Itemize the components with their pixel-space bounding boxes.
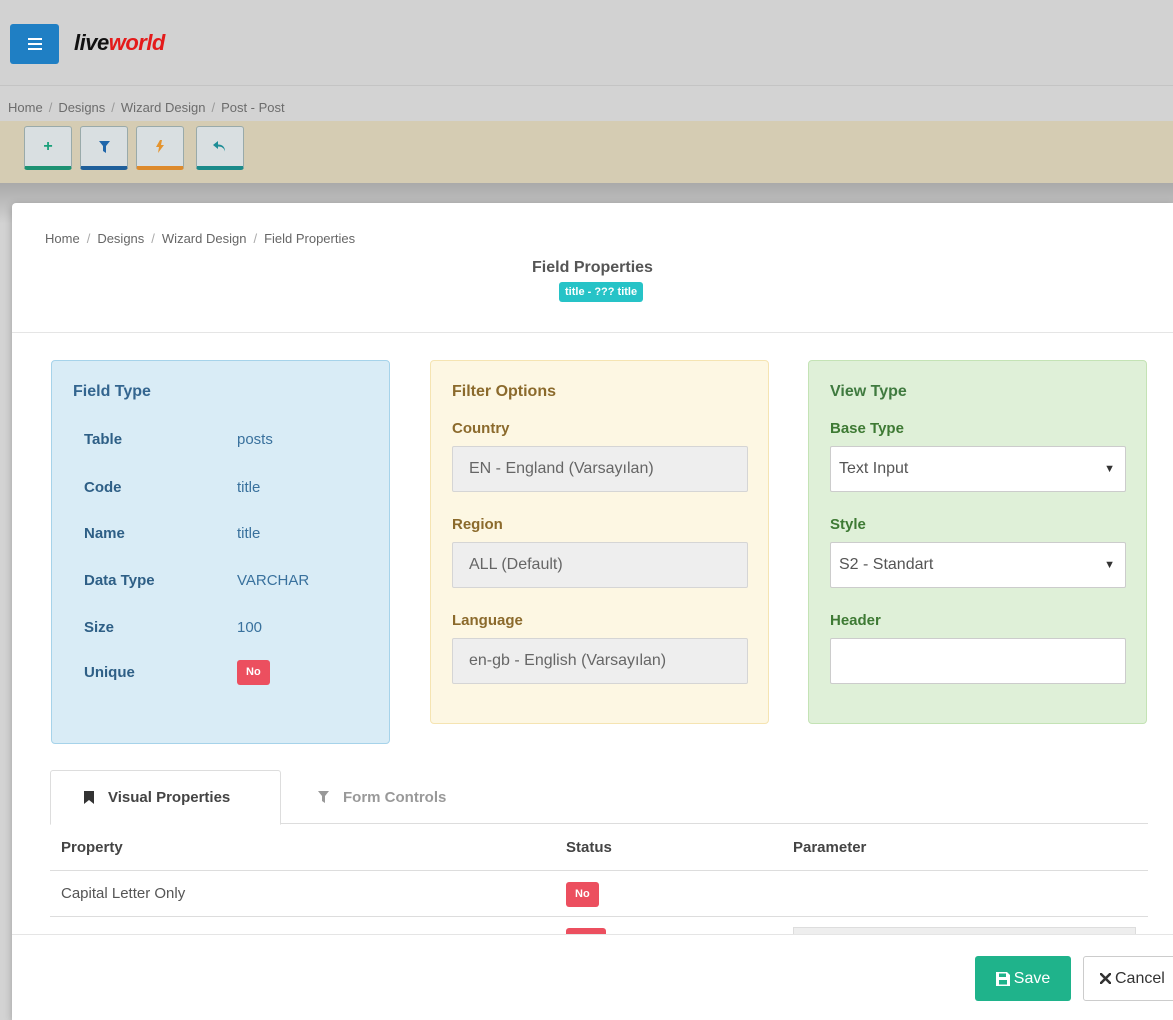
region-field: ALL (Default) (452, 542, 748, 588)
field-value: VARCHAR (237, 572, 310, 589)
add-button[interactable]: + (24, 126, 72, 170)
back-arrow-icon (213, 140, 225, 151)
header-input[interactable] (830, 638, 1126, 684)
breadcrumb-item[interactable]: Designs (58, 100, 105, 115)
chevron-down-icon: ▼ (1104, 559, 1115, 571)
column-header-parameter: Parameter (793, 839, 867, 856)
close-icon (1100, 973, 1111, 984)
tab-label: Form Controls (343, 788, 447, 806)
cancel-label: Cancel (1115, 969, 1165, 987)
base-type-label: Base Type (830, 420, 904, 437)
country-field: EN - England (Varsayılan) (452, 446, 748, 492)
style-value: S2 - Standart (839, 556, 934, 573)
floppy-disk-icon (995, 971, 1010, 986)
field-badge: title - ??? title (559, 282, 644, 302)
breadcrumb-item[interactable]: Designs (97, 231, 144, 246)
panel-title: Field Type (73, 383, 151, 400)
base-type-select[interactable]: Text Input ▼ (830, 446, 1126, 492)
app-logo[interactable]: liveworld (74, 30, 165, 56)
bookmark-icon (84, 791, 94, 804)
breadcrumb-item[interactable]: Home (8, 100, 43, 115)
column-header-property: Property (61, 839, 123, 856)
filter-icon (318, 791, 329, 803)
filter-button[interactable] (80, 126, 128, 170)
panel-title: Filter Options (452, 383, 556, 400)
chevron-down-icon: ▼ (1104, 463, 1115, 475)
field-label: Code (84, 479, 122, 496)
hamburger-icon (27, 43, 42, 45)
field-value: title (237, 525, 261, 542)
breadcrumb-item[interactable]: Wizard Design (162, 231, 247, 246)
country-label: Country (452, 420, 510, 437)
field-label: Name (84, 525, 125, 542)
field-type-panel: Field Type Table posts Code title Name t… (51, 360, 390, 744)
field-properties-modal: Home / Designs / Wizard Design / Field Propert… (12, 203, 1173, 1020)
field-label: Unique (84, 664, 135, 681)
save-label: Save (1013, 969, 1051, 987)
breadcrumb-item: Post - Post (221, 100, 285, 115)
field-value: 100 (237, 619, 263, 636)
column-header-status: Status (566, 839, 612, 856)
unique-status-badge: No (237, 660, 270, 685)
background-breadcrumb: Home / Designs / Wizard Design / Post - Post (8, 100, 285, 115)
logo-text-part2: world (108, 30, 166, 55)
status-cell: No (566, 871, 599, 917)
back-button[interactable] (196, 126, 244, 170)
field-value: posts (237, 431, 273, 448)
table-header-row: Property Status Parameter (50, 825, 1148, 871)
region-label: Region (452, 516, 503, 533)
lightning-icon (156, 140, 164, 153)
lightning-button[interactable] (136, 126, 184, 170)
style-label: Style (830, 516, 866, 533)
action-toolbar: + (0, 121, 1173, 183)
field-value: title (237, 479, 261, 496)
plus-icon: + (43, 137, 53, 155)
cancel-button[interactable]: Cancel (1083, 956, 1173, 1001)
status-badge[interactable]: No (566, 881, 599, 907)
filter-options-panel: Filter Options Country EN - England (Var… (430, 360, 769, 724)
style-select[interactable]: S2 - Standart ▼ (830, 542, 1126, 588)
breadcrumb-item[interactable]: Wizard Design (121, 100, 206, 115)
filter-icon (98, 140, 110, 153)
properties-tabs: Visual Properties Form Controls (50, 770, 1148, 825)
tab-visual-properties[interactable]: Visual Properties (50, 770, 281, 825)
save-button[interactable]: Save (975, 956, 1071, 1001)
tab-label: Visual Properties (108, 789, 231, 806)
modal-breadcrumb: Home / Designs / Wizard Design / Field Propert… (45, 231, 356, 246)
field-label: Table (84, 431, 123, 448)
header-label: Header (830, 612, 881, 629)
breadcrumb-item: Field Properties (264, 231, 356, 246)
divider (12, 332, 1173, 333)
tab-form-controls[interactable]: Form Controls (318, 770, 446, 824)
base-type-value: Text Input (839, 460, 909, 477)
panel-title: View Type (830, 383, 907, 400)
field-label: Size (84, 619, 115, 636)
hamburger-menu-button[interactable] (10, 24, 59, 64)
view-type-panel: View Type Base Type Text Input ▼ Style S… (808, 360, 1147, 724)
table-row: Capital Letter Only No (50, 871, 1148, 917)
language-field: en-gb - English (Varsayılan) (452, 638, 748, 684)
logo-text-part1: live (74, 30, 109, 55)
breadcrumb-item[interactable]: Home (45, 231, 80, 246)
language-label: Language (452, 612, 523, 629)
modal-title: Field Properties (532, 259, 653, 276)
modal-footer: Save Cancel (12, 934, 1173, 1020)
field-label: Data Type (84, 572, 155, 589)
property-cell: Capital Letter Only (61, 885, 186, 902)
top-navbar: liveworld (0, 0, 1173, 86)
